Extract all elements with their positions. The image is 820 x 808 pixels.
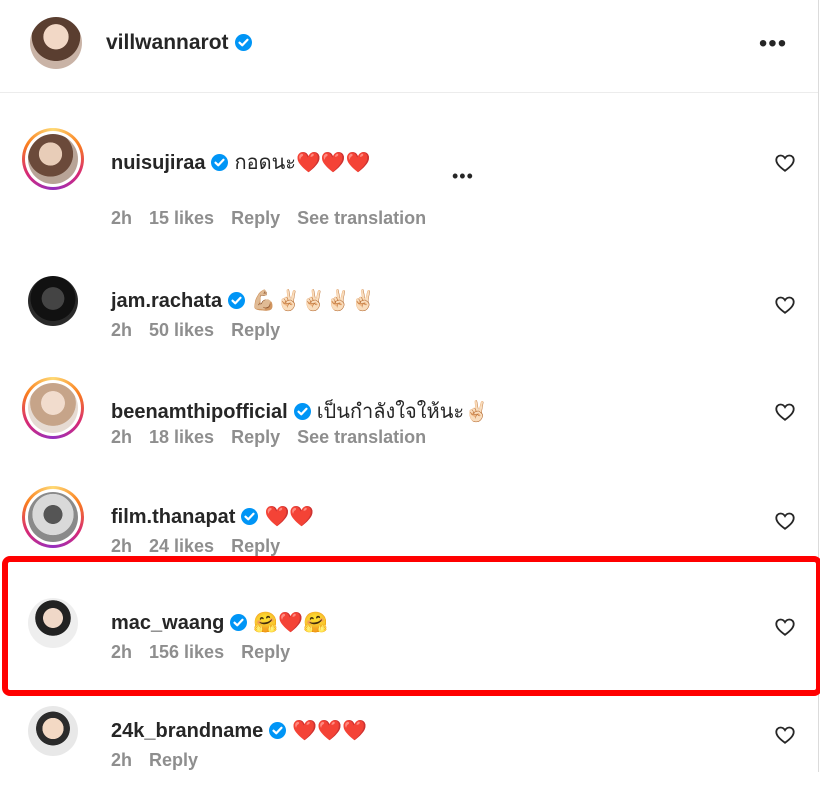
comment-username[interactable]: mac_waang: [111, 612, 224, 634]
see-translation-button[interactable]: See translation: [297, 427, 426, 447]
comment-username[interactable]: film.thanapat: [111, 506, 235, 528]
comment-text: เป็นกำลังใจให้นะ✌🏻: [316, 401, 490, 423]
comment-meta: 2h Reply: [111, 750, 215, 771]
comment-item: jam.rachata 💪🏼✌🏻✌🏻✌🏻✌🏻 2h 50 likes Reply: [0, 270, 818, 378]
comment-text: ❤️❤️❤️: [292, 720, 368, 742]
reply-button[interactable]: Reply: [241, 642, 290, 662]
heart-icon[interactable]: [774, 724, 796, 746]
comment-username[interactable]: 24k_brandname: [111, 720, 263, 742]
reply-button[interactable]: Reply: [149, 750, 198, 770]
comment-likes[interactable]: 24 likes: [149, 536, 214, 556]
comment-row: jam.rachata 💪🏼✌🏻✌🏻✌🏻✌🏻: [111, 288, 376, 313]
heart-icon[interactable]: [774, 294, 796, 316]
heart-icon[interactable]: [774, 616, 796, 638]
comment-row: 24k_brandname ❤️❤️❤️: [111, 718, 367, 743]
verified-badge-icon: [293, 403, 311, 420]
comment-row: mac_waang 🤗❤️🤗: [111, 610, 328, 635]
reply-button[interactable]: Reply: [231, 427, 280, 447]
comment-time[interactable]: 2h: [111, 427, 132, 447]
author-avatar[interactable]: [30, 17, 82, 69]
heart-icon[interactable]: [774, 152, 796, 174]
comment-text: กอดนะ❤️❤️❤️: [234, 152, 371, 174]
comment-likes[interactable]: 50 likes: [149, 320, 214, 340]
avatar-story-ring[interactable]: [22, 128, 84, 190]
comment-text: 💪🏼✌🏻✌🏻✌🏻✌🏻: [251, 290, 376, 312]
comment-text: 🤗❤️🤗: [253, 612, 329, 634]
author-username[interactable]: villwannarot: [106, 31, 229, 54]
avatar-wrap[interactable]: [22, 592, 84, 654]
verified-badge-icon: [230, 614, 248, 631]
avatar: [28, 706, 78, 756]
comment-time[interactable]: 2h: [111, 208, 132, 228]
reply-button[interactable]: Reply: [231, 536, 280, 556]
comment-item-highlighted: mac_waang 🤗❤️🤗 2h 156 likes Reply: [0, 592, 818, 700]
comment-time[interactable]: 2h: [111, 536, 132, 556]
verified-badge-icon: [211, 154, 229, 171]
reply-button[interactable]: Reply: [231, 320, 280, 340]
avatar: [28, 383, 78, 433]
comment-time[interactable]: 2h: [111, 750, 132, 770]
see-translation-button[interactable]: See translation: [297, 208, 426, 228]
comment-meta: 2h 15 likes Reply See translation: [111, 208, 443, 229]
comment-meta: 2h 156 likes Reply: [111, 642, 307, 663]
panel-border: [818, 0, 819, 772]
comment-username[interactable]: jam.rachata: [111, 290, 222, 312]
comment-meta: 2h 18 likes Reply See translation: [111, 427, 443, 448]
comment-item: nuisujiraa กอดนะ❤️❤️❤️ ••• 2h 15 likes Repl…: [0, 128, 818, 236]
avatar-story-ring[interactable]: [22, 377, 84, 439]
avatar: [28, 134, 78, 184]
avatar-wrap[interactable]: [22, 700, 84, 762]
comment-item: film.thanapat ❤️❤️ 2h 24 likes Reply: [0, 486, 818, 594]
avatar-story-ring[interactable]: [22, 486, 84, 548]
author-username-row: villwannarot: [106, 31, 252, 55]
comment-username[interactable]: beenamthipofficial: [111, 401, 288, 423]
verified-badge-icon: [234, 34, 252, 51]
comment-likes[interactable]: 156 likes: [149, 642, 224, 662]
reply-button[interactable]: Reply: [231, 208, 280, 228]
comment-time[interactable]: 2h: [111, 320, 132, 340]
avatar: [28, 276, 78, 326]
verified-badge-icon: [228, 292, 246, 309]
comment-likes[interactable]: 18 likes: [149, 427, 214, 447]
avatar: [28, 492, 78, 542]
comment-row: nuisujiraa กอดนะ❤️❤️❤️: [111, 146, 371, 178]
comment-item: beenamthipofficial เป็นกำลังใจให้นะ✌🏻 2h 1…: [0, 377, 818, 485]
comment-username[interactable]: nuisujiraa: [111, 152, 205, 174]
comment-row: beenamthipofficial เป็นกำลังใจให้นะ✌🏻: [111, 395, 489, 427]
comment-meta: 2h 24 likes Reply: [111, 536, 297, 557]
more-options-icon[interactable]: •••: [758, 32, 788, 56]
heart-icon[interactable]: [774, 510, 796, 532]
avatar-wrap[interactable]: [22, 270, 84, 332]
post-header: villwannarot •••: [0, 0, 819, 93]
comment-meta: 2h 50 likes Reply: [111, 320, 297, 341]
comment-row: film.thanapat ❤️❤️: [111, 504, 314, 529]
verified-badge-icon: [269, 722, 287, 739]
avatar: [28, 598, 78, 648]
comment-time[interactable]: 2h: [111, 642, 132, 662]
comment-likes[interactable]: 15 likes: [149, 208, 214, 228]
heart-icon[interactable]: [774, 401, 796, 423]
comment-text: ❤️❤️: [264, 506, 315, 528]
comment-more-icon[interactable]: •••: [452, 166, 474, 187]
verified-badge-icon: [241, 508, 259, 525]
comment-item: 24k_brandname ❤️❤️❤️ 2h Reply: [0, 700, 818, 808]
